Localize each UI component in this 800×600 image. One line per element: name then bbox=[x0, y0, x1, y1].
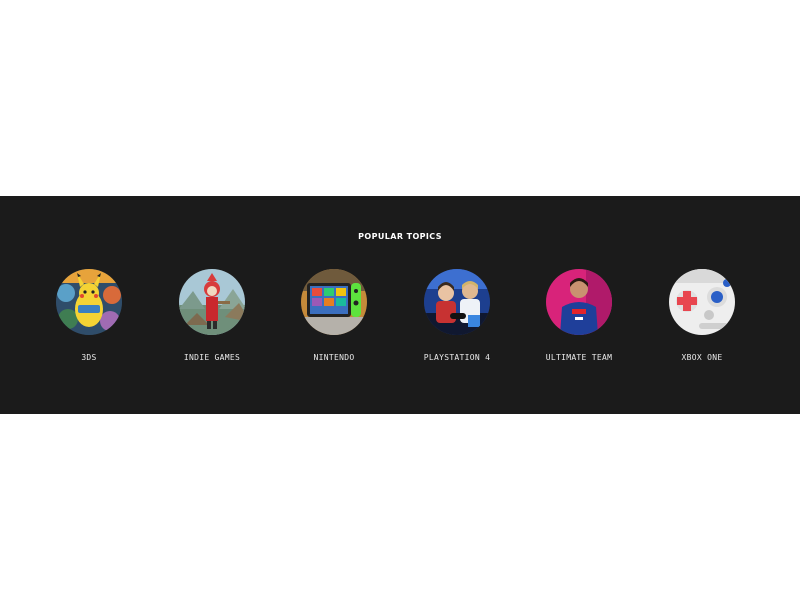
topic-ultimate-team-image[interactable] bbox=[546, 269, 612, 335]
topic-indie-games-label: INDIE GAMES bbox=[183, 353, 241, 362]
topic-ultimate-team-label: ULTIMATE TEAM bbox=[545, 353, 613, 362]
section-title: POPULAR TOPICS bbox=[358, 232, 442, 241]
topic-3ds-image[interactable] bbox=[56, 269, 122, 335]
topic-playstation-4-image[interactable] bbox=[424, 269, 490, 335]
topic-3ds[interactable]: 3DS bbox=[24, 269, 154, 369]
page: POPULAR TOPICS 3DS INDIE GAMES NINTENDO … bbox=[0, 0, 800, 600]
topic-nintendo-image[interactable] bbox=[301, 269, 367, 335]
topic-ultimate-team[interactable]: ULTIMATE TEAM bbox=[514, 269, 644, 369]
topic-xbox-one[interactable]: XBOX ONE bbox=[637, 269, 767, 369]
topic-xbox-one-label: XBOX ONE bbox=[681, 353, 723, 362]
topic-nintendo-label: NINTENDO bbox=[313, 353, 355, 362]
topic-xbox-one-image[interactable] bbox=[669, 269, 735, 335]
topic-indie-games-image[interactable] bbox=[179, 269, 245, 335]
topic-playstation-4-label: PLAYSTATION 4 bbox=[423, 353, 491, 362]
topic-nintendo[interactable]: NINTENDO bbox=[269, 269, 399, 369]
topic-indie-games[interactable]: INDIE GAMES bbox=[147, 269, 277, 369]
topic-playstation-4[interactable]: PLAYSTATION 4 bbox=[392, 269, 522, 369]
topic-3ds-label: 3DS bbox=[81, 353, 97, 362]
